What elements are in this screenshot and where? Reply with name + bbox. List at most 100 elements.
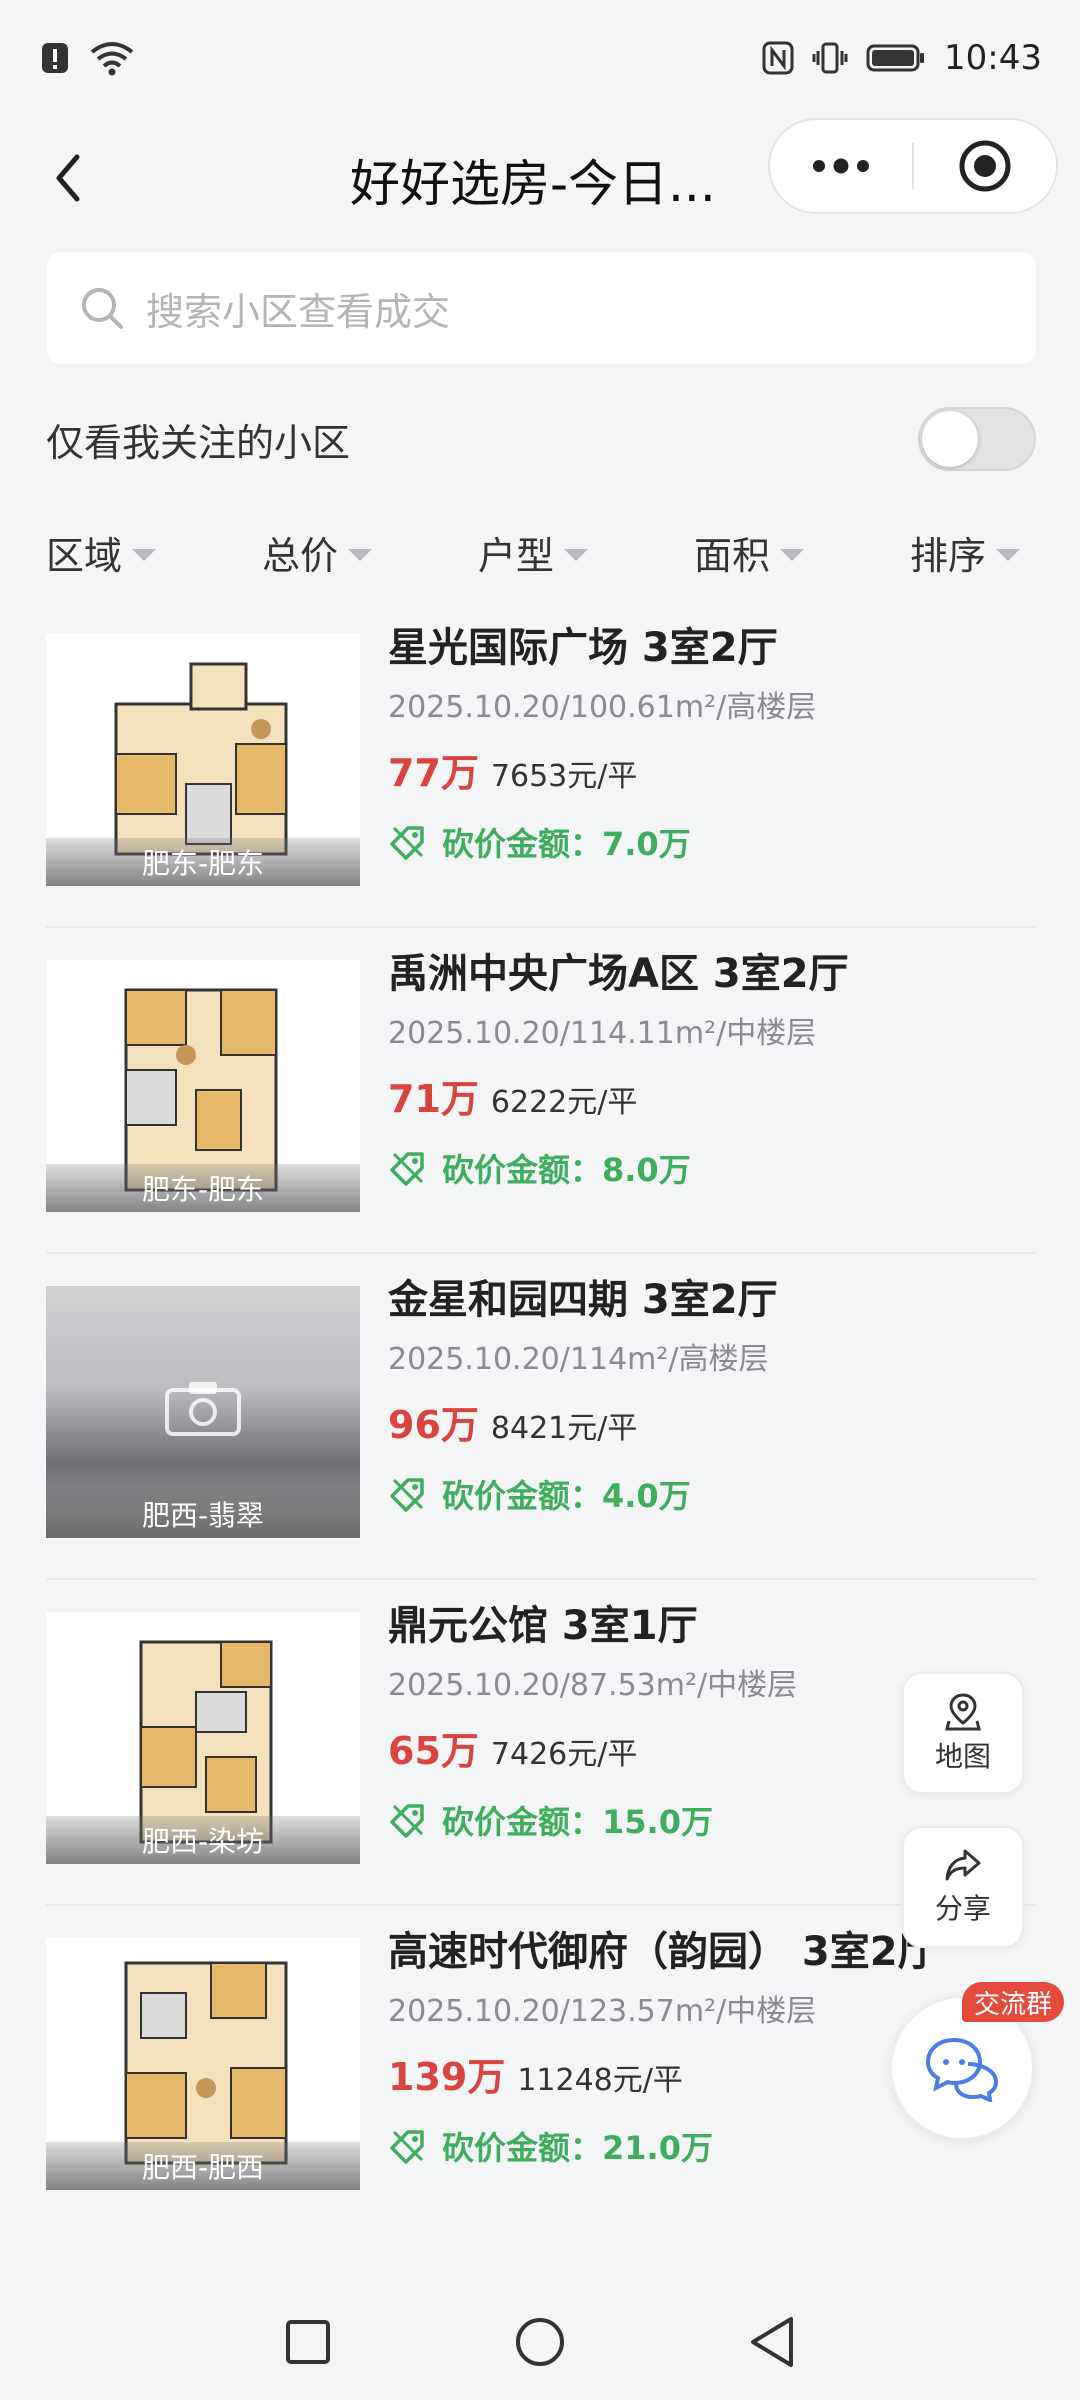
square-icon	[286, 2320, 330, 2364]
battery-icon	[866, 43, 926, 73]
floorplan-image: 肥东-肥东	[46, 960, 360, 1212]
follow-filter-label: 仅看我关注的小区	[46, 420, 351, 465]
unit-price: 6222元/平	[490, 1085, 638, 1120]
area-label: 肥东-肥东	[46, 1164, 360, 1212]
filter-total-price-label: 总价	[262, 533, 339, 578]
listing-item[interactable]: 肥东-肥东 禹洲中央广场A区 3室2厅 2025.10.20/114.11m²/…	[46, 926, 1036, 1252]
area-label: 肥东-肥东	[46, 838, 360, 886]
status-left	[40, 40, 136, 76]
nav-bar: 好好选房-今日...	[0, 116, 1080, 244]
discount-amount: 砍价金额：15.0万	[442, 1803, 713, 1841]
map-button[interactable]: 地图	[902, 1672, 1024, 1794]
share-button[interactable]: 分享	[902, 1826, 1024, 1948]
more-dots-icon	[813, 158, 869, 174]
filter-area[interactable]: 面积	[694, 525, 805, 580]
total-price: 139万	[388, 2055, 506, 2099]
unit-price: 7426元/平	[490, 1737, 638, 1772]
close-miniprogram-button[interactable]	[914, 120, 1056, 212]
toggle-knob	[922, 411, 978, 467]
system-nav-bar	[0, 2290, 1080, 2400]
listing-title: 星光国际广场 3室2厅	[388, 625, 778, 671]
chevron-left-icon	[56, 154, 80, 202]
total-price: 65万	[388, 1729, 479, 1773]
caret-down-icon	[996, 549, 1021, 561]
price-row: 71万 6222元/平	[388, 1068, 1036, 1123]
listing-title: 鼎元公馆 3室1厅	[388, 1603, 698, 1649]
filter-layout-label: 户型	[478, 533, 555, 578]
miniprogram-capsule	[768, 118, 1058, 214]
area-label: 肥西-翡翠	[46, 1490, 360, 1538]
unit-price: 11248元/平	[517, 2063, 683, 2098]
recent-apps-button[interactable]	[278, 2312, 338, 2372]
target-icon	[959, 140, 1011, 192]
more-button[interactable]	[770, 120, 912, 212]
caret-down-icon	[780, 549, 805, 561]
nfc-icon	[762, 41, 794, 75]
listing-item[interactable]: 肥西-翡翠 金星和园四期 3室2厅 2025.10.20/114m²/高楼层 9…	[46, 1252, 1036, 1578]
total-price: 96万	[388, 1403, 479, 1447]
chat-group-badge: 交流群	[962, 1982, 1065, 2022]
tag-icon	[390, 1804, 424, 1838]
area-label: 肥西-染坊	[46, 1816, 360, 1864]
listing-info: 禹洲中央广场A区 3室2厅 2025.10.20/114.11m²/中楼层 71…	[388, 946, 1036, 1191]
caret-down-icon	[348, 549, 373, 561]
filter-bar: 区域 总价 户型 面积 排序	[0, 510, 1080, 594]
discount-amount: 砍价金额：21.0万	[442, 2129, 713, 2167]
discount-row: 砍价金额：4.0万	[388, 1471, 1036, 1517]
listing-item[interactable]: 肥西-染坊 鼎元公馆 3室1厅 2025.10.20/87.53m²/中楼层 6…	[46, 1578, 1036, 1904]
price-row: 96万 8421元/平	[388, 1394, 1036, 1449]
listing-title: 高速时代御府（韵园） 3室2厅	[388, 1929, 938, 1975]
discount-row: 砍价金额：7.0万	[388, 819, 1036, 865]
listing-info: 金星和园四期 3室2厅 2025.10.20/114m²/高楼层 96万 842…	[388, 1272, 1036, 1517]
camera-icon	[165, 1382, 241, 1436]
filter-sort-label: 排序	[910, 533, 987, 578]
back-button[interactable]	[38, 136, 98, 220]
discount-amount: 砍价金额：7.0万	[442, 825, 691, 863]
follow-filter-toggle[interactable]	[918, 407, 1036, 471]
listing-title: 金星和园四期 3室2厅	[388, 1277, 778, 1323]
floorplan-image: 肥西-染坊	[46, 1612, 360, 1864]
page-title: 好好选房-今日...	[350, 155, 716, 213]
home-button[interactable]	[510, 2312, 570, 2372]
listing-meta: 2025.10.20/114.11m²/中楼层	[388, 1016, 817, 1051]
filter-sort[interactable]: 排序	[910, 525, 1021, 580]
vibrate-icon	[812, 41, 848, 75]
map-pin-icon	[945, 1693, 981, 1731]
listing-info: 星光国际广场 3室2厅 2025.10.20/100.61m²/高楼层 77万 …	[388, 620, 1036, 865]
status-time: 10:43	[944, 38, 1042, 78]
share-label: 分享	[934, 1892, 991, 1925]
filter-layout[interactable]: 户型	[478, 525, 589, 580]
placeholder-image: 肥西-翡翠	[46, 1286, 360, 1538]
total-price: 77万	[388, 751, 479, 795]
wifi-icon	[88, 40, 136, 76]
tag-icon	[390, 2130, 424, 2164]
listing-item[interactable]: 肥东-肥东 星光国际广场 3室2厅 2025.10.20/100.61m²/高楼…	[46, 600, 1036, 926]
caret-down-icon	[132, 549, 157, 561]
listing-meta: 2025.10.20/114m²/高楼层	[388, 1342, 769, 1377]
filter-region-label: 区域	[46, 533, 123, 578]
listing-meta: 2025.10.20/123.57m²/中楼层	[388, 1994, 817, 2029]
listing-meta: 2025.10.20/100.61m²/高楼层	[388, 690, 817, 725]
discount-amount: 砍价金额：8.0万	[442, 1151, 691, 1189]
map-label: 地图	[934, 1740, 991, 1773]
chat-bubble-icon	[925, 2037, 999, 2102]
triangle-back-icon	[751, 2317, 793, 2367]
discount-row: 砍价金额：8.0万	[388, 1145, 1036, 1191]
listing-item[interactable]: 肥西-肥西 高速时代御府（韵园） 3室2厅 2025.10.20/123.57m…	[46, 1904, 1036, 2284]
tag-icon	[390, 1152, 424, 1186]
floorplan-image: 肥东-肥东	[46, 634, 360, 886]
status-right: 10:43	[762, 38, 1042, 78]
unit-price: 8421元/平	[490, 1411, 638, 1446]
follow-filter-row: 仅看我关注的小区	[46, 396, 1036, 482]
filter-total-price[interactable]: 总价	[262, 525, 373, 580]
discount-amount: 砍价金额：4.0万	[442, 1477, 691, 1515]
unit-price: 7653元/平	[490, 759, 638, 794]
tag-icon	[390, 1478, 424, 1512]
share-icon	[945, 1849, 981, 1881]
tag-icon	[390, 826, 424, 860]
listing-title: 禹洲中央广场A区 3室2厅	[388, 951, 849, 997]
filter-region[interactable]: 区域	[46, 525, 157, 580]
back-nav-button[interactable]	[742, 2312, 802, 2372]
search-input[interactable]: 搜索小区查看成交	[46, 252, 1036, 364]
caret-down-icon	[564, 549, 589, 561]
